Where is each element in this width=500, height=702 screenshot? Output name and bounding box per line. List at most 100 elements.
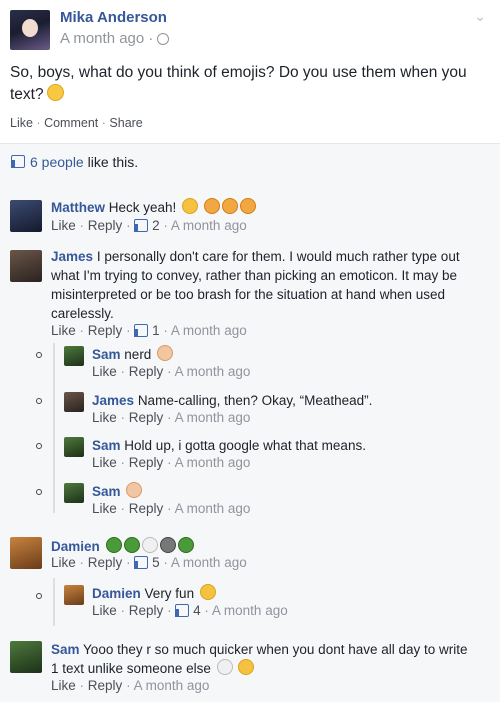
globe-icon xyxy=(157,33,170,46)
separator: · xyxy=(126,555,131,570)
reply-author[interactable]: Sam xyxy=(92,438,121,453)
reply-link[interactable]: Reply xyxy=(88,678,123,693)
comment-author[interactable]: James xyxy=(51,249,93,264)
like-link[interactable]: Like xyxy=(92,364,117,379)
turtle-emoji-icon xyxy=(123,537,140,553)
bullet xyxy=(36,593,42,599)
caterpillar-emoji-icon xyxy=(177,537,194,553)
comment-author[interactable]: Sam xyxy=(51,642,80,657)
likes-summary: 6 people like this. xyxy=(0,143,500,181)
bullet xyxy=(36,489,42,495)
comment-link[interactable]: Comment xyxy=(44,116,98,130)
like-link[interactable]: Like xyxy=(92,410,117,425)
reply-link[interactable]: Reply xyxy=(88,218,123,233)
comment-author[interactable]: Matthew xyxy=(51,200,105,215)
like-link[interactable]: Like xyxy=(10,116,33,130)
like-link[interactable]: Like xyxy=(92,455,117,470)
avatar[interactable] xyxy=(64,483,84,503)
separator: · xyxy=(167,501,172,516)
reply-link[interactable]: Reply xyxy=(129,364,164,379)
reply-text: nerd xyxy=(124,347,152,362)
reply-author[interactable]: Sam xyxy=(92,484,121,499)
cat-emoji-icon xyxy=(159,537,176,553)
comment-time[interactable]: A month ago xyxy=(171,218,247,233)
avatar[interactable] xyxy=(64,585,84,605)
post-author[interactable]: Mika Anderson xyxy=(60,9,167,26)
comment-time[interactable]: A month ago xyxy=(171,323,247,338)
reply-thread-line xyxy=(53,343,55,513)
avatar[interactable] xyxy=(64,392,84,412)
separator: · xyxy=(101,116,106,130)
post-time[interactable]: A month ago · xyxy=(60,30,170,47)
cat-emoji-icon xyxy=(203,198,220,214)
separator: · xyxy=(167,455,172,470)
avatar[interactable] xyxy=(10,250,42,282)
likes-count-link[interactable]: 6 people xyxy=(30,154,84,170)
separator: · xyxy=(167,603,172,618)
comment-text: Heck yeah! xyxy=(108,200,177,215)
reply-author[interactable]: Sam xyxy=(92,347,121,362)
smile-emoji-icon xyxy=(182,198,199,214)
like-link[interactable]: Like xyxy=(92,501,117,516)
share-link[interactable]: Share xyxy=(109,116,142,130)
reply-time[interactable]: A month ago xyxy=(175,455,251,470)
speech-bubble-emoji-icon xyxy=(216,659,233,675)
separator: · xyxy=(120,410,126,425)
reply-link[interactable]: Reply xyxy=(129,603,164,618)
thinking-emoji-icon xyxy=(46,84,64,101)
like-link[interactable]: Like xyxy=(51,555,76,570)
grin-emoji-icon xyxy=(199,584,216,600)
like-link[interactable]: Like xyxy=(51,218,76,233)
chevron-down-icon[interactable]: ⌄ xyxy=(474,8,486,25)
like-count[interactable]: 5 xyxy=(152,555,160,570)
separator: · xyxy=(79,323,85,338)
separator: · xyxy=(163,218,168,233)
bullet xyxy=(36,398,42,404)
reply-link[interactable]: Reply xyxy=(129,501,164,516)
post-text-body: So, boys, what do you think of emojis? D… xyxy=(10,64,467,103)
separator: · xyxy=(120,455,126,470)
separator: · xyxy=(126,323,131,338)
reply-time[interactable]: A month ago xyxy=(175,501,251,516)
comment-text: I personally don't care for them. I woul… xyxy=(51,249,460,321)
comment-author[interactable]: Damien xyxy=(51,539,100,554)
thumbs-down-emoji-icon xyxy=(157,345,174,361)
like-link[interactable]: Like xyxy=(92,603,117,618)
like-count[interactable]: 2 xyxy=(152,218,160,233)
separator: · xyxy=(120,603,126,618)
comment-time[interactable]: A month ago xyxy=(134,678,210,693)
avatar[interactable] xyxy=(64,437,84,457)
like-link[interactable]: Like xyxy=(51,323,76,338)
reply-author[interactable]: Damien xyxy=(92,586,141,601)
thumbs-up-icon xyxy=(175,604,190,617)
avatar[interactable] xyxy=(10,537,42,569)
post-time-text: A month ago · xyxy=(60,30,154,47)
reply-link[interactable]: Reply xyxy=(88,323,123,338)
thumbs-up-icon xyxy=(134,556,149,569)
reply-time[interactable]: A month ago xyxy=(175,364,251,379)
reply-author[interactable]: James xyxy=(92,393,134,408)
cat-emoji-icon xyxy=(239,198,256,214)
reply-link[interactable]: Reply xyxy=(88,555,123,570)
reply-time[interactable]: A month ago xyxy=(175,410,251,425)
reply-link[interactable]: Reply xyxy=(129,455,164,470)
rabbit-emoji-icon xyxy=(141,537,158,553)
avatar[interactable] xyxy=(10,641,42,673)
hand-gesture-emoji-icon xyxy=(126,482,143,498)
separator: · xyxy=(167,364,172,379)
like-count[interactable]: 4 xyxy=(193,603,201,618)
author-avatar[interactable] xyxy=(10,10,50,50)
like-link[interactable]: Like xyxy=(51,678,76,693)
separator: · xyxy=(36,116,41,130)
comment-time[interactable]: A month ago xyxy=(171,555,247,570)
bullet xyxy=(36,352,42,358)
post-text: So, boys, what do you think of emojis? D… xyxy=(10,62,480,106)
separator: · xyxy=(163,323,168,338)
avatar[interactable] xyxy=(10,200,42,232)
like-count[interactable]: 1 xyxy=(152,323,160,338)
reply-thread-line xyxy=(53,578,55,626)
reply-link[interactable]: Reply xyxy=(129,410,164,425)
comments-section: Matthew Heck yeah! Like · Reply · 2 · A … xyxy=(0,180,500,702)
avatar[interactable] xyxy=(64,346,84,366)
reply-time[interactable]: A month ago xyxy=(212,603,288,618)
